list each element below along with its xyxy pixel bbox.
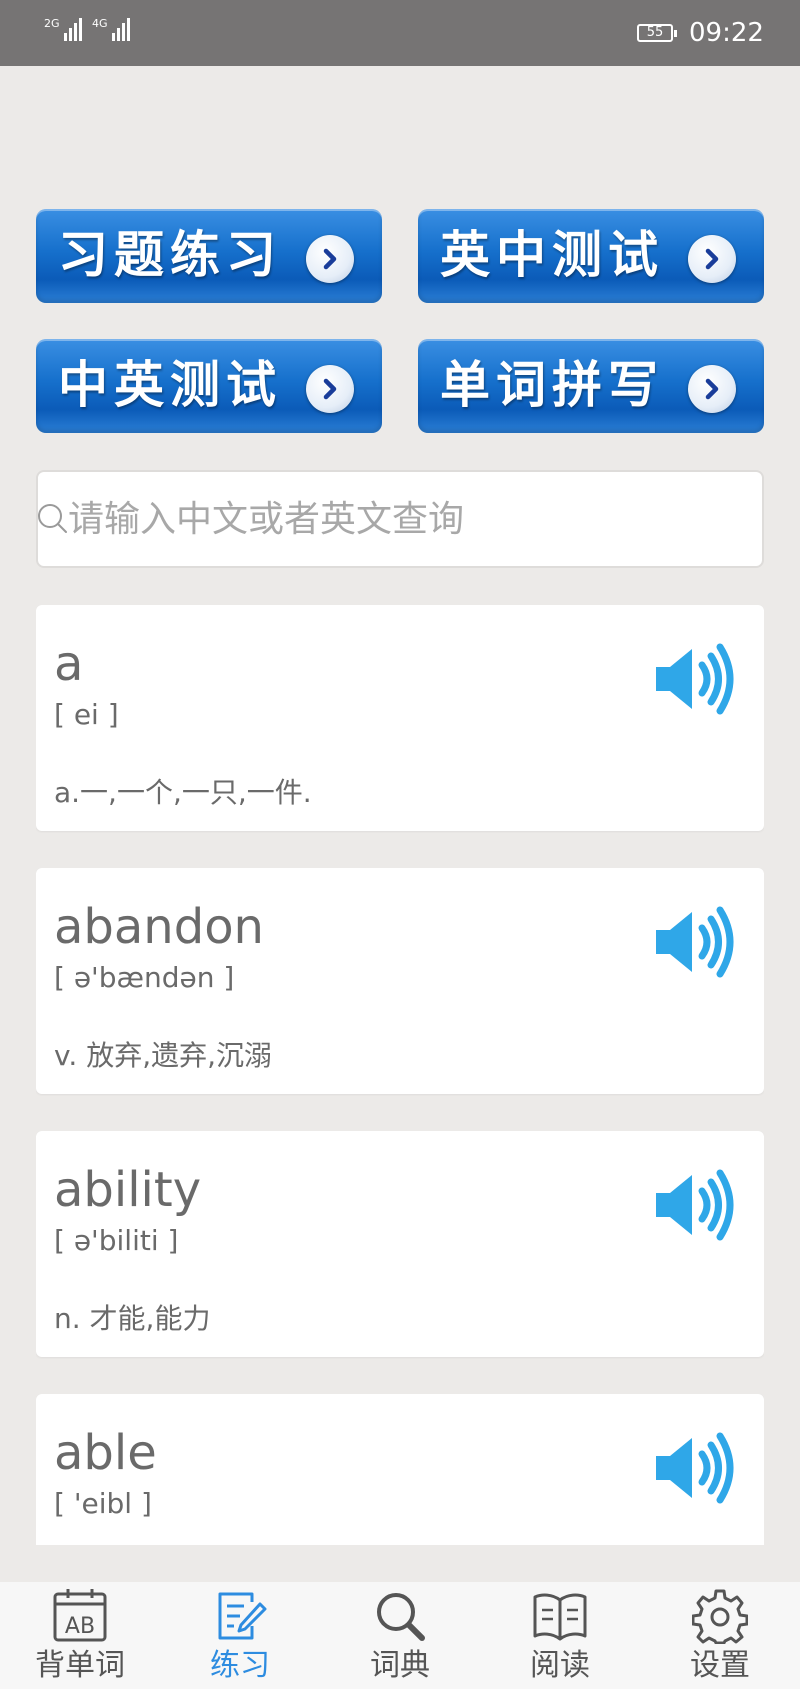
- word-card[interactable]: a [ ei ] a.一,一个,一只,一件.: [36, 605, 764, 831]
- cn-en-test-button[interactable]: 中英测试: [36, 339, 382, 433]
- search-icon: [377, 1593, 425, 1641]
- word-text: ability: [54, 1162, 202, 1218]
- nav-label-reading: 阅读: [530, 1648, 590, 1683]
- word-card[interactable]: ability [ ə'biliti ] n. 才能,能力: [36, 1131, 764, 1357]
- search-box[interactable]: [36, 470, 764, 568]
- word-text: abandon: [54, 899, 264, 955]
- word-phonetic: [ ə'biliti ]: [54, 1224, 179, 1257]
- chevron-right-icon: [688, 365, 736, 413]
- flashcard-ab-icon: AB: [53, 1589, 107, 1642]
- speaker-icon[interactable]: [654, 1169, 736, 1241]
- battery-level: 55: [646, 25, 664, 40]
- exercise-practice-label: 习题练习: [58, 225, 282, 284]
- en-cn-test-label: 英中测试: [440, 225, 664, 284]
- nav-item-dictionary[interactable]: 词典: [320, 1582, 480, 1689]
- word-spelling-label: 单词拼写: [440, 355, 664, 414]
- cn-en-test-label: 中英测试: [58, 355, 282, 414]
- signal-4g-label: 4G: [92, 17, 108, 30]
- status-bar: 2G 4G 55 09:22: [0, 0, 800, 66]
- status-time: 09:22: [689, 18, 764, 48]
- word-phonetic: [ ei ]: [54, 698, 119, 731]
- word-list: a [ ei ] a.一,一个,一只,一件. abandon [ ə'bændə…: [36, 605, 764, 1545]
- battery-icon: 55: [637, 24, 677, 42]
- search-input[interactable]: [68, 490, 748, 548]
- word-spelling-button[interactable]: 单词拼写: [418, 339, 764, 433]
- word-text: able: [54, 1425, 157, 1481]
- chevron-right-icon: [688, 235, 736, 283]
- speaker-icon[interactable]: [654, 906, 736, 978]
- word-definition: n. 才能,能力: [54, 1302, 211, 1335]
- chevron-right-icon: [306, 235, 354, 283]
- en-cn-test-button[interactable]: 英中测试: [418, 209, 764, 303]
- bottom-nav: AB 背单词 练习 词典 阅读 设置: [0, 1582, 800, 1689]
- nav-label-settings: 设置: [690, 1648, 750, 1683]
- signal-2g-label: 2G: [44, 17, 60, 30]
- book-icon: [533, 1593, 587, 1641]
- word-phonetic: [ ə'bændən ]: [54, 961, 235, 994]
- nav-item-reading[interactable]: 阅读: [480, 1582, 640, 1689]
- svg-text:AB: AB: [65, 1614, 95, 1639]
- edit-note-icon: [218, 1592, 267, 1640]
- nav-label-dictionary: 词典: [370, 1648, 430, 1683]
- speaker-icon[interactable]: [654, 1432, 736, 1504]
- nav-label-memorize: 背单词: [35, 1648, 125, 1683]
- gear-icon: [692, 1589, 748, 1644]
- word-text: a: [54, 636, 84, 692]
- search-icon: [38, 504, 67, 533]
- nav-item-settings[interactable]: 设置: [640, 1582, 800, 1689]
- nav-item-memorize[interactable]: AB 背单词: [0, 1582, 160, 1689]
- word-card[interactable]: able [ 'eibl ]: [36, 1394, 764, 1545]
- nav-label-practice: 练习: [210, 1648, 270, 1683]
- speaker-icon[interactable]: [654, 643, 736, 715]
- word-card[interactable]: abandon [ ə'bændən ] v. 放弃,遗弃,沉溺: [36, 868, 764, 1094]
- word-definition: v. 放弃,遗弃,沉溺: [54, 1039, 272, 1072]
- signal-2g-icon: 2G: [44, 18, 82, 41]
- exercise-practice-button[interactable]: 习题练习: [36, 209, 382, 303]
- word-definition: a.一,一个,一只,一件.: [54, 776, 312, 809]
- word-phonetic: [ 'eibl ]: [54, 1487, 152, 1520]
- chevron-right-icon: [306, 365, 354, 413]
- nav-item-practice[interactable]: 练习: [160, 1582, 320, 1689]
- signal-4g-icon: 4G: [92, 18, 130, 41]
